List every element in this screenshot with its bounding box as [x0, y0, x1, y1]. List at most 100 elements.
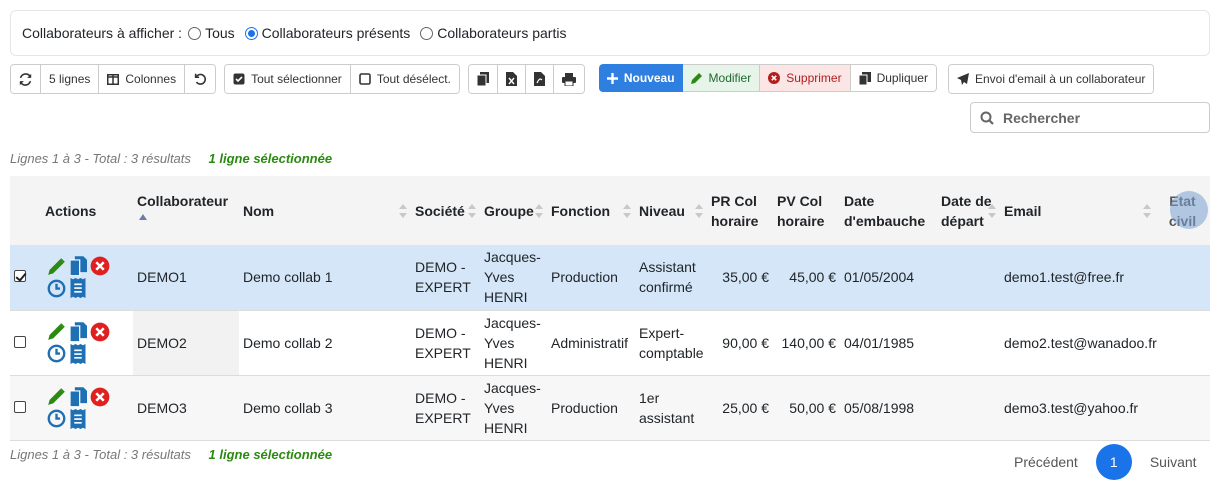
table-row[interactable]: DEMO2 Demo collab 2 DEMO - EXPERT Jacque… — [10, 310, 1210, 375]
radio-departed[interactable] — [420, 26, 434, 40]
header-label: PR Col horaire — [711, 192, 759, 229]
select-all-button[interactable]: Tout sélectionner — [225, 65, 351, 93]
edit-icon[interactable] — [45, 386, 67, 408]
header-label: Fonction — [551, 202, 611, 219]
etat-civil-cell — [1155, 375, 1210, 440]
clock-icon[interactable] — [45, 277, 67, 299]
row-checkbox[interactable] — [14, 400, 26, 413]
pencil-icon — [690, 73, 702, 84]
excel-icon — [505, 72, 517, 86]
header-groupe[interactable]: Groupe — [480, 176, 547, 245]
search-icon — [980, 111, 994, 125]
receipt-icon[interactable] — [67, 343, 89, 365]
societe-cell: DEMO - EXPERT — [411, 375, 480, 440]
header-date-embauche[interactable]: Date d'embauche — [840, 176, 937, 245]
header-etat-civil[interactable]: Etat civil — [1155, 176, 1210, 245]
actions-cell — [41, 375, 133, 440]
edit-button[interactable]: Modifier — [682, 64, 761, 92]
send-email-button[interactable]: Envoi d'email à un collaborateur — [948, 65, 1154, 93]
columns-label: Colonnes — [125, 72, 177, 86]
filter-option-all[interactable]: Tous — [188, 25, 235, 41]
radio-all[interactable] — [188, 26, 202, 40]
email-cell: demo3.test@yahoo.fr — [1000, 375, 1155, 440]
header-societe[interactable]: Société — [411, 176, 480, 245]
table-row[interactable]: DEMO3 Demo collab 3 DEMO - EXPERT Jacque… — [10, 375, 1210, 440]
receipt-icon[interactable] — [67, 408, 89, 430]
sort-icon — [1143, 203, 1151, 218]
filter-option-present[interactable]: Collaborateurs présents — [244, 25, 411, 41]
copy-button[interactable] — [468, 65, 498, 93]
print-button[interactable] — [553, 65, 584, 93]
pr-col-cell: 90,00 € — [722, 334, 769, 351]
delete-button[interactable]: Supprimer — [760, 64, 851, 92]
fonction-cell: Production — [547, 245, 635, 310]
date-embauche-cell: 04/01/1985 — [844, 334, 915, 351]
duplicate-icon — [858, 71, 871, 85]
selection-group: Tout sélectionner Tout désélect. — [224, 64, 460, 94]
date-depart-cell — [937, 375, 1000, 440]
niveau-cell: Expert-comptable — [639, 324, 704, 361]
previous-page-link[interactable]: Précédent — [1000, 454, 1092, 470]
filter-option-departed[interactable]: Collaborateurs partis — [420, 25, 566, 41]
edit-icon[interactable] — [45, 255, 67, 277]
header-nom[interactable]: Nom — [239, 176, 411, 245]
row-checkbox[interactable] — [14, 270, 26, 283]
header-date-depart[interactable]: Date de départ — [937, 176, 1000, 245]
pv-col-cell: 140,00 € — [781, 334, 837, 351]
header-label: Nom — [243, 202, 275, 219]
groupe-cell: Jacques-Yves HENRI — [480, 245, 547, 310]
filter-option-label: Tous — [205, 25, 235, 41]
columns-icon — [107, 73, 120, 85]
deselect-all-button[interactable]: Tout désélect. — [350, 65, 459, 93]
next-page-link[interactable]: Suivant — [1136, 454, 1211, 470]
header-label: Actions — [45, 202, 97, 219]
delete-icon[interactable] — [89, 255, 111, 277]
delete-icon[interactable] — [89, 386, 111, 408]
email-group: Envoi d'email à un collaborateur — [947, 64, 1155, 94]
columns-button[interactable]: Colonnes — [99, 65, 186, 93]
new-button[interactable]: Nouveau — [598, 64, 683, 92]
selection-count: 1 ligne sélectionnée — [208, 447, 333, 462]
refresh-button[interactable] — [11, 65, 41, 93]
delete-circle-icon — [768, 72, 781, 84]
email-cell: demo1.test@free.fr — [1000, 245, 1155, 310]
delete-icon[interactable] — [89, 321, 111, 343]
header-label: Date de départ — [941, 192, 992, 229]
radio-present[interactable] — [244, 26, 258, 40]
clock-icon[interactable] — [45, 408, 67, 430]
filter-label: Collaborateurs à afficher : — [22, 25, 183, 41]
edit-icon[interactable] — [45, 321, 67, 343]
fonction-cell: Administratif — [551, 334, 629, 351]
scroll-handle[interactable] — [1170, 191, 1208, 229]
filter-option-label: Collaborateurs présents — [261, 25, 411, 41]
date-embauche-cell: 05/08/1998 — [840, 375, 937, 440]
row-checkbox[interactable] — [14, 335, 26, 348]
nom-cell: Demo collab 3 — [239, 375, 411, 440]
header-email[interactable]: Email — [1000, 176, 1155, 245]
results-summary: Lignes 1 à 3 - Total : 3 résultats — [10, 447, 191, 462]
refresh-icon — [19, 72, 32, 86]
header-fonction[interactable]: Fonction — [547, 176, 635, 245]
table-row[interactable]: DEMO1 Demo collab 1 DEMO - EXPERT Jacque… — [10, 245, 1210, 310]
duplicate-button[interactable]: Dupliquer — [850, 64, 937, 92]
header-niveau[interactable]: Niveau — [635, 176, 707, 245]
pdf-export-button[interactable] — [525, 65, 554, 93]
header-collaborateur[interactable]: Collaborateur — [133, 176, 239, 245]
lines-per-page-button[interactable]: 5 lignes — [41, 65, 100, 93]
receipt-icon[interactable] — [67, 277, 89, 299]
sort-icon — [988, 203, 996, 218]
actions-cell — [41, 245, 133, 310]
duplicate-icon[interactable] — [67, 255, 89, 277]
clock-icon[interactable] — [45, 343, 67, 365]
duplicate-icon[interactable] — [67, 321, 89, 343]
excel-export-button[interactable] — [497, 65, 526, 93]
header-pv-col[interactable]: PV Col horaire — [773, 176, 840, 245]
reset-button[interactable] — [185, 65, 216, 93]
header-label: PV Col horaire — [777, 192, 825, 229]
pv-col-cell: 45,00 € — [773, 245, 840, 310]
header-pr-col[interactable]: PR Col horaire — [707, 176, 773, 245]
duplicate-icon[interactable] — [67, 386, 89, 408]
results-summary: Lignes 1 à 3 - Total : 3 résultats — [10, 151, 191, 166]
page-1-button[interactable]: 1 — [1095, 444, 1132, 480]
search-input[interactable]: Rechercher — [970, 102, 1210, 133]
